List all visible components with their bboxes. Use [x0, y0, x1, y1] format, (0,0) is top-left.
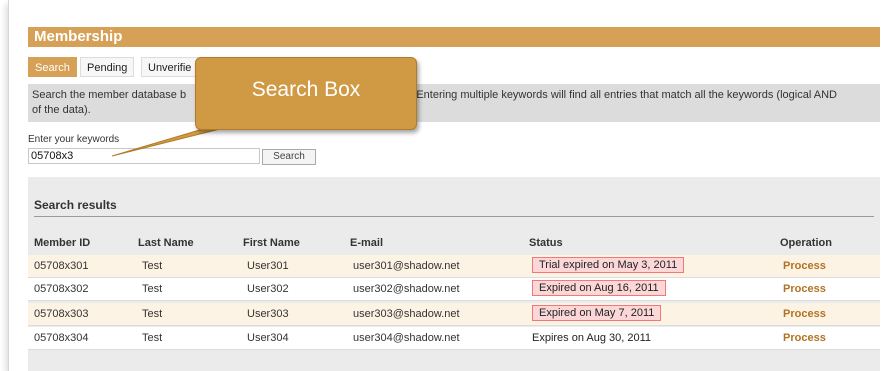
column-header-member-id: Member ID — [34, 237, 91, 249]
first-name: User303 — [247, 308, 289, 320]
last-name: Test — [142, 308, 163, 320]
table-row: 05708x301 Test User301 user301@shadow.ne… — [28, 255, 880, 278]
table-header: Member ID Last Name First Name E-mail St… — [28, 237, 880, 251]
table-row: 05708x303 Test User303 user303@shadow.ne… — [28, 303, 880, 326]
table-row: 05708x302 Test User302 user302@shadow.ne… — [28, 278, 880, 301]
column-header-first-name: First Name — [243, 237, 300, 249]
search-input[interactable] — [28, 148, 260, 164]
status-badge: Expired on May 7, 2011 — [532, 305, 662, 321]
first-name: User304 — [247, 332, 289, 344]
search-results-panel: Search results Member ID Last Name First… — [28, 177, 880, 371]
email: user301@shadow.net — [353, 260, 460, 272]
tab-unverified[interactable]: Unverifie — [141, 57, 201, 77]
column-header-email: E-mail — [350, 237, 384, 249]
keywords-label: Enter your keywords — [28, 134, 120, 145]
last-name: Test — [142, 283, 163, 295]
process-link[interactable]: Process — [783, 332, 826, 344]
email: user304@shadow.net — [353, 332, 460, 344]
email: user302@shadow.net — [353, 283, 460, 295]
status-badge: Expired on Aug 16, 2011 — [532, 280, 666, 296]
column-header-operation: Operation — [780, 237, 832, 249]
results-title: Search results — [34, 198, 117, 212]
search-box-callout: Search Box — [195, 57, 417, 130]
search-button[interactable]: Search — [262, 149, 316, 165]
first-name: User302 — [247, 283, 289, 295]
description-text-2: of the data). — [32, 104, 91, 116]
search-description: Search the member database b . Entering … — [28, 84, 880, 122]
page-title: Membership — [34, 28, 123, 45]
column-header-last-name: Last Name — [138, 237, 194, 249]
tab-search[interactable]: Search — [28, 57, 77, 77]
status-text: Expires on Aug 30, 2011 — [532, 332, 652, 344]
last-name: Test — [142, 260, 163, 272]
divider — [34, 216, 874, 217]
table-row: 05708x304 Test User304 user304@shadow.ne… — [28, 327, 880, 350]
column-header-status: Status — [529, 237, 563, 249]
member-id: 05708x304 — [34, 332, 89, 344]
member-id: 05708x301 — [34, 260, 89, 272]
description-text: Search the member database b — [32, 89, 187, 101]
membership-header: Membership — [28, 27, 880, 47]
last-name: Test — [142, 332, 163, 344]
member-id: 05708x302 — [34, 283, 89, 295]
email: user303@shadow.net — [353, 308, 460, 320]
callout-text: Search Box — [251, 78, 361, 101]
first-name: User301 — [247, 260, 289, 272]
process-link[interactable]: Process — [783, 308, 826, 320]
process-link[interactable]: Process — [783, 260, 826, 272]
member-id: 05708x303 — [34, 308, 89, 320]
tab-pending[interactable]: Pending — [80, 57, 135, 77]
status-badge: Trial expired on May 3, 2011 — [532, 257, 685, 273]
description-text-cont: . Entering multiple keywords will find a… — [410, 89, 837, 101]
process-link[interactable]: Process — [783, 283, 826, 295]
